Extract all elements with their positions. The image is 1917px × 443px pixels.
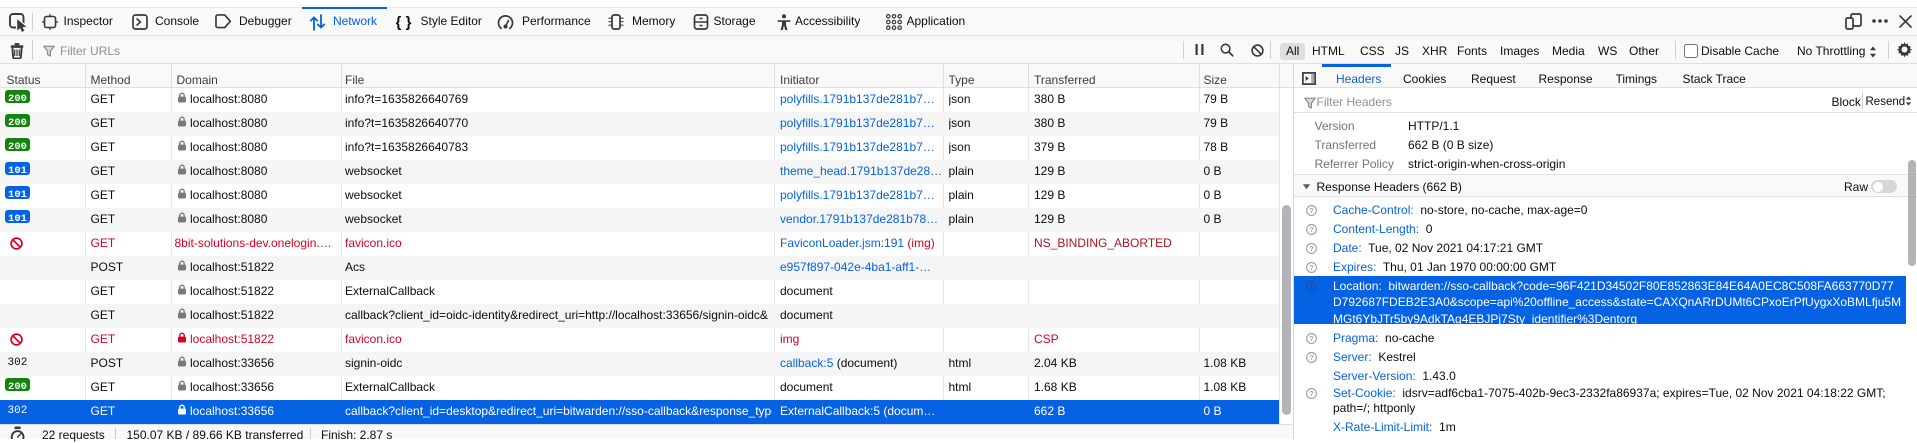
svg-text:?: ? (1309, 389, 1314, 398)
svg-text:?: ? (1309, 263, 1314, 272)
svg-text:?: ? (1309, 282, 1314, 291)
svg-text:?: ? (1309, 353, 1314, 362)
svg-text:?: ? (1309, 206, 1314, 215)
svg-text:?: ? (1309, 225, 1314, 234)
svg-text:?: ? (1309, 334, 1314, 343)
svg-text:?: ? (1309, 244, 1314, 253)
